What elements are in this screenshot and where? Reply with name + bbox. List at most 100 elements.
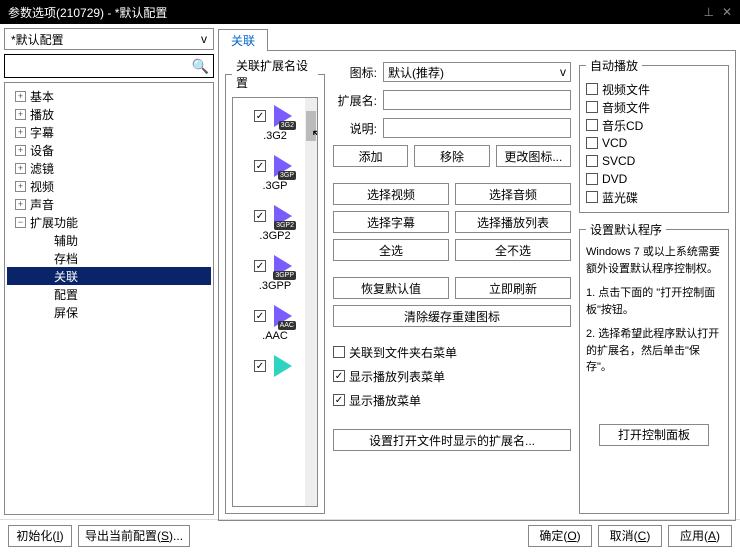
extension-fieldset-title: 关联扩展名设置 [232, 57, 318, 91]
checkbox-icon[interactable] [586, 155, 598, 167]
icon-dropdown[interactable]: 默认(推荐) v [383, 62, 571, 82]
remove-button[interactable]: 移除 [414, 145, 489, 167]
autoplay-checkbox-row[interactable]: DVD [586, 170, 722, 188]
ext-input[interactable] [383, 90, 571, 110]
autoplay-label: DVD [602, 172, 627, 186]
checkbox-icon[interactable]: ✓ [254, 160, 266, 172]
close-icon[interactable]: ✕ [722, 5, 732, 19]
export-button[interactable]: 导出当前配置(S)... [78, 525, 190, 547]
scrollbar[interactable] [305, 98, 317, 506]
select-audio-button[interactable]: 选择音频 [455, 183, 571, 205]
autoplay-checkbox-row[interactable]: 音乐CD [586, 116, 722, 134]
tree-item[interactable]: 配置 [7, 285, 211, 303]
extension-item[interactable]: ✓ AAC.AAC [235, 302, 315, 342]
checkbox-icon[interactable] [586, 173, 598, 185]
help-text-1: Windows 7 或以上系统需要额外设置默认程序控制权。 [586, 244, 722, 277]
expand-icon[interactable]: + [15, 91, 26, 102]
select-video-button[interactable]: 选择视频 [333, 183, 449, 205]
format-badge: 3GP2 [274, 221, 296, 230]
checkbox-icon[interactable] [586, 119, 598, 131]
expand-icon[interactable]: + [15, 199, 26, 210]
tree-item[interactable]: +声音 [7, 195, 211, 213]
format-badge: AAC [278, 321, 296, 330]
select-none-button[interactable]: 全不选 [455, 239, 571, 261]
tree-item[interactable]: +基本 [7, 87, 211, 105]
expand-icon[interactable]: + [15, 109, 26, 120]
expand-icon[interactable]: + [15, 163, 26, 174]
expand-icon[interactable]: + [15, 145, 26, 156]
select-subtitle-button[interactable]: 选择字幕 [333, 211, 449, 233]
expand-icon[interactable]: + [15, 127, 26, 138]
extension-item[interactable]: ✓3GP.3GP [235, 152, 315, 192]
select-playlist-button[interactable]: 选择播放列表 [455, 211, 571, 233]
change-icon-button[interactable]: 更改图标... [496, 145, 571, 167]
nav-tree[interactable]: +基本+播放+字幕+设备+滤镜+视频+声音−扩展功能辅助存档关联配置屏保 [4, 82, 214, 515]
pin-icon[interactable]: ⊥ [703, 5, 713, 19]
refresh-button[interactable]: 立即刷新 [455, 277, 571, 299]
checkbox-icon[interactable]: ✓ [254, 360, 266, 372]
tab-association[interactable]: 关联 [218, 29, 268, 51]
autoplay-checkbox-row[interactable]: SVCD [586, 152, 722, 170]
checkbox-icon[interactable] [586, 191, 598, 203]
extension-item[interactable]: ✓3GP2.3GP2 [235, 202, 315, 242]
tree-item[interactable]: +滤镜 [7, 159, 211, 177]
expand-icon[interactable]: + [15, 181, 26, 192]
tree-item[interactable]: 屏保 [7, 303, 211, 321]
playlist-menu-checkbox-row[interactable]: ✓ 显示播放列表菜单 [333, 367, 571, 385]
apply-button[interactable]: 应用(A) [668, 525, 732, 547]
checkbox-icon[interactable]: ✓ [254, 260, 266, 272]
init-button[interactable]: 初始化(I) [8, 525, 72, 547]
tree-item[interactable]: +播放 [7, 105, 211, 123]
restore-default-button[interactable]: 恢复默认值 [333, 277, 449, 299]
select-all-button[interactable]: 全选 [333, 239, 449, 261]
tree-item[interactable]: 辅助 [7, 231, 211, 249]
config-dropdown[interactable]: *默认配置 v [4, 28, 214, 50]
tree-item[interactable]: −扩展功能 [7, 213, 211, 231]
search-box[interactable]: 🔍 [4, 54, 214, 78]
checkbox-icon[interactable]: ✓ [254, 310, 266, 322]
checkbox-icon[interactable] [586, 137, 598, 149]
checkbox-icon[interactable]: ✓ [254, 210, 266, 222]
ok-button[interactable]: 确定(O) [528, 525, 592, 547]
checkbox-icon[interactable] [586, 101, 598, 113]
tree-item[interactable]: +视频 [7, 177, 211, 195]
checkbox-icon[interactable] [586, 83, 598, 95]
extension-label: .3GP [262, 180, 287, 192]
open-control-panel-button[interactable]: 打开控制面板 [599, 424, 709, 446]
tree-item[interactable]: 存档 [7, 249, 211, 267]
checkbox-icon[interactable]: ✓ [333, 370, 345, 382]
autoplay-checkbox-row[interactable]: 音频文件 [586, 98, 722, 116]
search-icon[interactable]: 🔍 [192, 58, 209, 75]
cancel-button[interactable]: 取消(C) [598, 525, 662, 547]
clear-cache-button[interactable]: 清除缓存重建图标 [333, 305, 571, 327]
tree-item-label: 辅助 [54, 232, 78, 249]
collapse-icon[interactable]: − [15, 217, 26, 228]
set-display-ext-button[interactable]: 设置打开文件时显示的扩展名... [333, 429, 571, 451]
desc-input[interactable] [383, 118, 571, 138]
autoplay-label: 蓝光碟 [602, 189, 638, 206]
context-menu-checkbox-row[interactable]: 关联到文件夹右菜单 [333, 343, 571, 361]
checkbox-icon[interactable]: ✓ [333, 394, 345, 406]
tree-item[interactable]: 关联 [7, 267, 211, 285]
tree-item[interactable]: +设备 [7, 141, 211, 159]
autoplay-checkbox-row[interactable]: 视频文件 [586, 80, 722, 98]
play-menu-checkbox-row[interactable]: ✓ 显示播放菜单 [333, 391, 571, 409]
chevron-down-icon: v [201, 32, 207, 46]
autoplay-label: VCD [602, 136, 627, 150]
tree-item-label: 屏保 [54, 304, 78, 321]
add-button[interactable]: 添加 [333, 145, 408, 167]
extension-item[interactable]: ✓ [235, 352, 315, 380]
config-dropdown-value: *默认配置 [11, 31, 64, 48]
extension-item[interactable]: ✓3G2.3G2 [235, 102, 315, 142]
checkbox-icon[interactable]: ✓ [254, 110, 266, 122]
scroll-thumb[interactable] [306, 111, 316, 141]
checkbox-icon[interactable] [333, 346, 345, 358]
tree-item[interactable]: +字幕 [7, 123, 211, 141]
extension-item[interactable]: ✓3GPP.3GPP [235, 252, 315, 292]
autoplay-checkbox-row[interactable]: VCD [586, 134, 722, 152]
help-text-2: 1. 点击下面的 "打开控制面板"按钮。 [586, 285, 722, 318]
autoplay-checkbox-row[interactable]: 蓝光碟 [586, 188, 722, 206]
extension-label: .AAC [262, 330, 288, 342]
search-input[interactable] [9, 59, 192, 73]
extension-list[interactable]: ✓3G2.3G2✓3GP.3GP✓3GP2.3GP2✓3GPP.3GPP✓AAC… [232, 97, 318, 507]
